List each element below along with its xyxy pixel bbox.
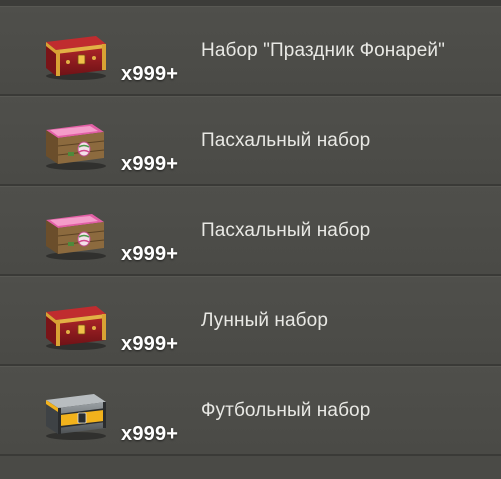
easter-crate-icon — [46, 214, 106, 260]
item-count: x999+ — [121, 153, 179, 175]
item-title: Футбольный набор — [201, 400, 371, 421]
easter-crate-icon — [46, 124, 106, 170]
football-chest-icon — [46, 394, 106, 440]
item-count: x999+ — [121, 63, 179, 85]
rewards-panel: x999+ Набор "Праздник Фонарей" x999+ Пас… — [0, 0, 501, 479]
item-title: Набор "Праздник Фонарей" — [201, 40, 445, 61]
item-count: x999+ — [121, 423, 179, 445]
list-item[interactable]: x999+ Набор "Праздник Фонарей" — [0, 6, 501, 96]
list-item[interactable]: x999+ Футбольный набор — [0, 366, 501, 456]
item-title: Лунный набор — [201, 310, 328, 331]
item-count: x999+ — [121, 333, 179, 355]
list-item[interactable]: x999+ Пасхальный набор — [0, 96, 501, 186]
rewards-list: x999+ Набор "Праздник Фонарей" x999+ Пас… — [0, 6, 501, 456]
list-item[interactable]: x999+ Лунный набор — [0, 276, 501, 366]
bottom-bar — [0, 456, 501, 479]
red-lunar-chest-icon — [46, 306, 106, 350]
item-title: Пасхальный набор — [201, 130, 371, 151]
list-item[interactable]: x999+ Пасхальный набор — [0, 186, 501, 276]
red-lantern-chest-icon — [46, 36, 106, 80]
item-count: x999+ — [121, 243, 179, 265]
item-title: Пасхальный набор — [201, 220, 371, 241]
